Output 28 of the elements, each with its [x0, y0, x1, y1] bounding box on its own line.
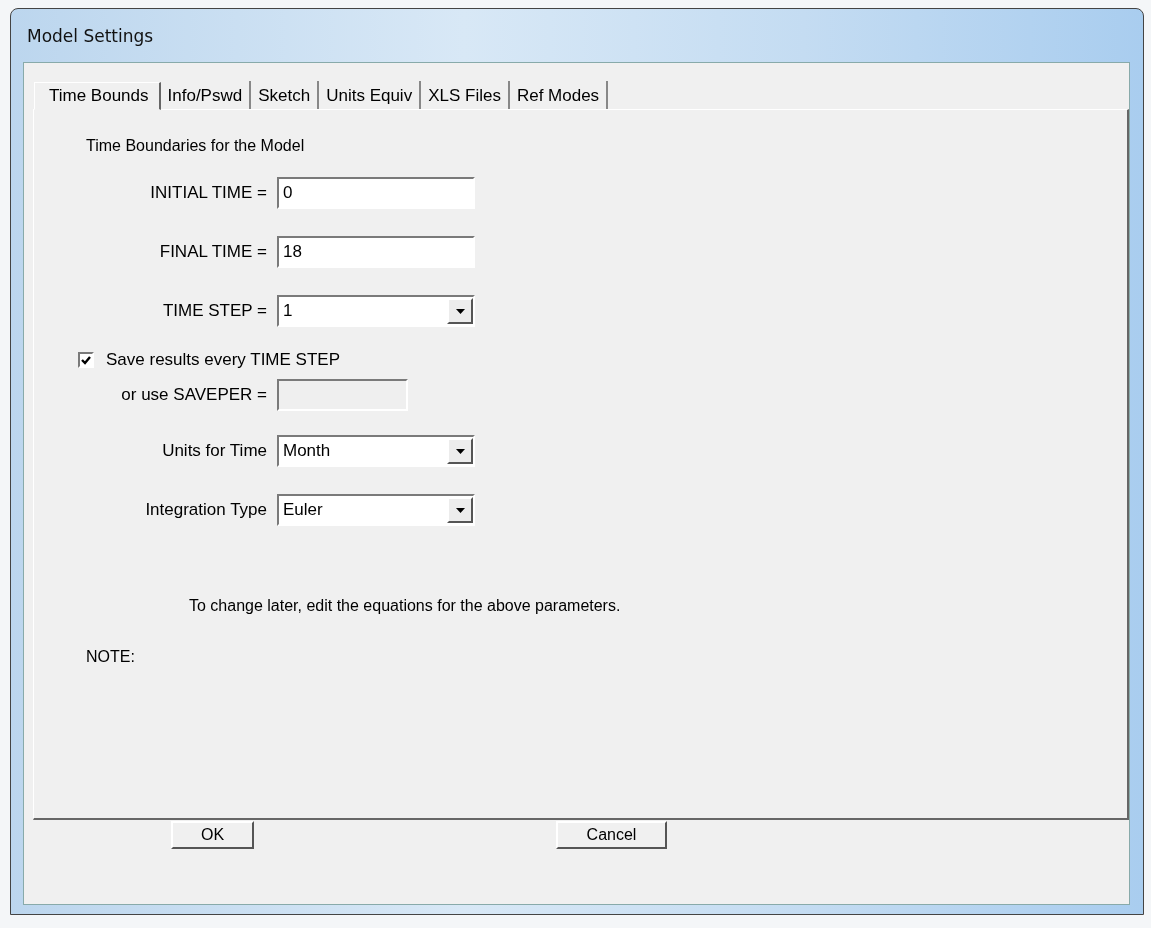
checkbox[interactable] — [78, 352, 94, 368]
hint-text: To change later, edit the equations for the above parameters. — [189, 597, 621, 615]
window-title: Model Settings — [26, 24, 155, 48]
input-field[interactable]: 0 — [277, 177, 475, 209]
dropdown-arrow-icon — [455, 308, 465, 314]
field-label: INITIAL TIME = — [149, 183, 268, 203]
dropdown-field[interactable]: Euler — [277, 494, 475, 526]
field-label: Units for Time — [161, 441, 268, 461]
tab[interactable]: Units Equiv — [319, 81, 422, 109]
checkbox-label: Save results every TIME STEP — [106, 350, 340, 370]
tab[interactable]: Time Bounds — [34, 82, 161, 110]
dropdown-arrow-icon — [455, 507, 465, 513]
dropdown-arrow-icon — [455, 448, 465, 454]
field-label: or use SAVEPER = — [120, 385, 268, 405]
tab[interactable]: Ref Modes — [509, 81, 609, 109]
dialog-button[interactable]: OK — [171, 821, 254, 849]
dialog-button[interactable]: Cancel — [556, 821, 667, 849]
dropdown-field[interactable]: 1 — [277, 295, 475, 327]
tab[interactable]: Sketch — [251, 81, 320, 109]
tab[interactable]: Info/Pswd — [160, 81, 252, 109]
dropdown-field[interactable]: Month — [277, 435, 475, 467]
note-label: NOTE: — [86, 648, 135, 666]
field-label: Integration Type — [144, 500, 268, 520]
field-label: TIME STEP = — [161, 301, 268, 321]
section-heading: Time Boundaries for the Model — [86, 137, 305, 155]
input-field[interactable]: 18 — [277, 236, 475, 268]
field-label: FINAL TIME = — [158, 242, 268, 262]
tab[interactable]: XLS Files — [421, 81, 510, 109]
